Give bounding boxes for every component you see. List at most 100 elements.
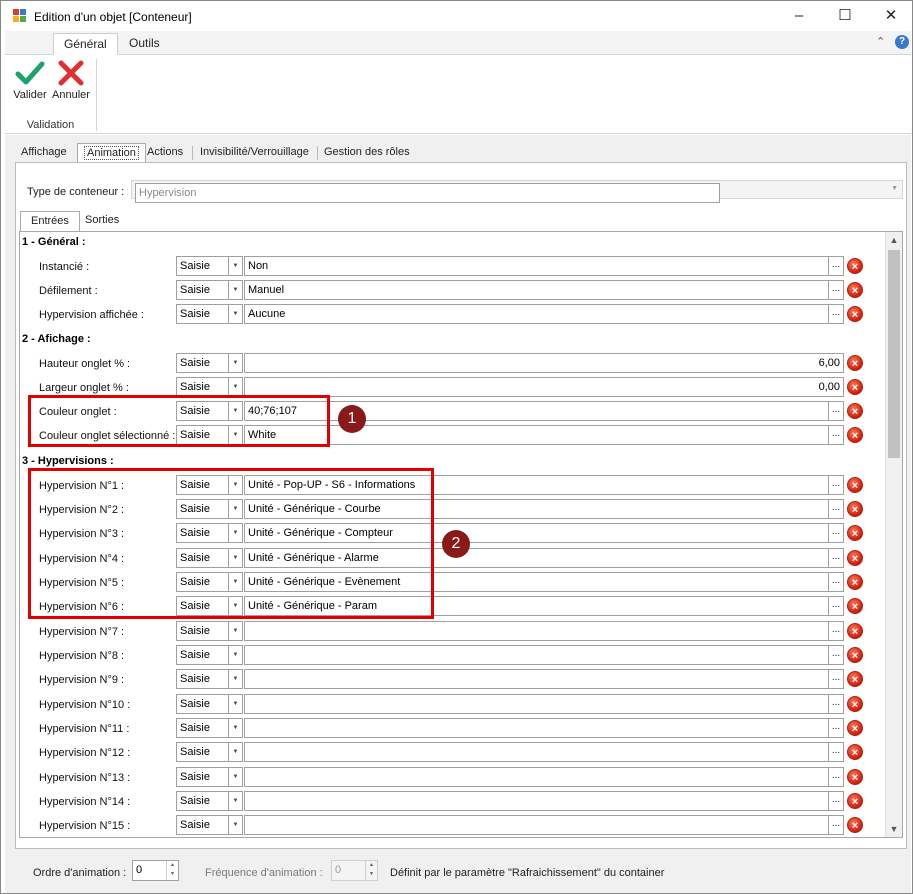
delete-icon[interactable]: × <box>847 744 863 760</box>
scroll-up-icon[interactable]: ▲ <box>886 232 902 248</box>
mode-select[interactable]: Saisie <box>176 572 229 592</box>
mode-select[interactable]: Saisie <box>176 401 229 421</box>
chevron-down-icon[interactable]: ▼ <box>229 499 243 519</box>
delete-icon[interactable]: × <box>847 282 863 298</box>
browse-button[interactable]: ... <box>829 815 844 835</box>
chevron-down-icon[interactable]: ▼ <box>229 523 243 543</box>
chevron-down-icon[interactable]: ▼ <box>229 353 243 373</box>
browse-button[interactable]: ... <box>829 401 844 421</box>
mode-select[interactable]: Saisie <box>176 425 229 445</box>
delete-icon[interactable]: × <box>847 258 863 274</box>
mode-select[interactable]: Saisie <box>176 548 229 568</box>
delete-icon[interactable]: × <box>847 647 863 663</box>
ribbon-tab-general[interactable]: Général <box>53 33 118 55</box>
mode-select[interactable]: Saisie <box>176 280 229 300</box>
tab-entrees[interactable]: Entrées <box>20 211 80 232</box>
mode-select[interactable]: Saisie <box>176 767 229 787</box>
delete-icon[interactable]: × <box>847 696 863 712</box>
browse-button[interactable]: ... <box>829 596 844 616</box>
delete-icon[interactable]: × <box>847 817 863 833</box>
chevron-down-icon[interactable]: ▼ <box>229 621 243 641</box>
minimize-button[interactable]: – <box>776 1 822 31</box>
browse-button[interactable]: ... <box>829 425 844 445</box>
mode-select[interactable]: Saisie <box>176 499 229 519</box>
browse-button[interactable]: ... <box>829 523 844 543</box>
value-field[interactable]: Unité - Générique - Compteur <box>244 523 829 543</box>
tab-affichage[interactable]: Affichage <box>15 143 73 163</box>
value-field[interactable]: 40;76;107 <box>244 401 829 421</box>
browse-button[interactable]: ... <box>829 694 844 714</box>
browse-button[interactable]: ... <box>829 475 844 495</box>
chevron-down-icon[interactable]: ▼ <box>229 596 243 616</box>
delete-icon[interactable]: × <box>847 355 863 371</box>
tab-animation[interactable]: Animation <box>77 143 146 163</box>
mode-select[interactable]: Saisie <box>176 475 229 495</box>
value-field[interactable]: 0,00 <box>244 377 844 397</box>
chevron-down-icon[interactable]: ▼ <box>229 742 243 762</box>
mode-select[interactable]: Saisie <box>176 742 229 762</box>
mode-select[interactable]: Saisie <box>176 523 229 543</box>
chevron-down-icon[interactable]: ▼ <box>229 475 243 495</box>
value-field[interactable] <box>244 645 829 665</box>
browse-button[interactable]: ... <box>829 304 844 324</box>
delete-icon[interactable]: × <box>847 793 863 809</box>
value-field[interactable] <box>244 669 829 689</box>
value-field[interactable] <box>244 742 829 762</box>
mode-select[interactable]: Saisie <box>176 815 229 835</box>
chevron-down-icon[interactable]: ▼ <box>229 815 243 835</box>
chevron-down-icon[interactable]: ▼ <box>229 425 243 445</box>
spinner-arrows-icon[interactable]: ▲ ▼ <box>166 861 178 880</box>
mode-select[interactable]: Saisie <box>176 596 229 616</box>
chevron-down-icon[interactable]: ▼ <box>229 377 243 397</box>
chevron-down-icon[interactable]: ▼ <box>229 572 243 592</box>
browse-button[interactable]: ... <box>829 280 844 300</box>
delete-icon[interactable]: × <box>847 477 863 493</box>
value-field[interactable]: Unité - Générique - Param <box>244 596 829 616</box>
browse-button[interactable]: ... <box>829 548 844 568</box>
browse-button[interactable]: ... <box>829 621 844 641</box>
scrollbar-thumb[interactable] <box>888 250 900 458</box>
chevron-down-icon[interactable]: ▼ <box>229 694 243 714</box>
collapse-ribbon-icon[interactable]: ⌃ <box>876 35 885 48</box>
value-field[interactable]: Unité - Générique - Courbe <box>244 499 829 519</box>
close-window-button[interactable]: ✕ <box>868 1 913 31</box>
value-field[interactable]: Aucune <box>244 304 829 324</box>
value-field[interactable]: Unité - Générique - Alarme <box>244 548 829 568</box>
browse-button[interactable]: ... <box>829 718 844 738</box>
browse-button[interactable]: ... <box>829 572 844 592</box>
cancel-button[interactable]: Annuler <box>51 58 91 108</box>
delete-icon[interactable]: × <box>847 623 863 639</box>
delete-icon[interactable]: × <box>847 671 863 687</box>
tab-sorties[interactable]: Sorties <box>75 211 129 232</box>
chevron-down-icon[interactable]: ▼ <box>229 401 243 421</box>
validate-button[interactable]: Valider <box>10 58 50 108</box>
maximize-button[interactable]: ☐ <box>822 1 868 31</box>
browse-button[interactable]: ... <box>829 791 844 811</box>
value-field[interactable]: Unité - Pop-UP - S6 - Informations <box>244 475 829 495</box>
tab-invisibilite[interactable]: Invisibilité/Verrouillage <box>194 143 315 163</box>
delete-icon[interactable]: × <box>847 403 863 419</box>
mode-select[interactable]: Saisie <box>176 621 229 641</box>
value-field[interactable] <box>244 815 829 835</box>
mode-select[interactable]: Saisie <box>176 256 229 276</box>
mode-select[interactable]: Saisie <box>176 645 229 665</box>
chevron-down-icon[interactable]: ▼ <box>229 645 243 665</box>
chevron-down-icon[interactable]: ▼ <box>229 718 243 738</box>
browse-button[interactable]: ... <box>829 499 844 519</box>
chevron-down-icon[interactable]: ▼ <box>229 767 243 787</box>
mode-select[interactable]: Saisie <box>176 694 229 714</box>
chevron-down-icon[interactable]: ▼ <box>229 256 243 276</box>
value-field[interactable]: White <box>244 425 829 445</box>
value-field[interactable] <box>244 718 829 738</box>
mode-select[interactable]: Saisie <box>176 718 229 738</box>
mode-select[interactable]: Saisie <box>176 353 229 373</box>
mode-select[interactable]: Saisie <box>176 304 229 324</box>
chevron-down-icon[interactable]: ▼ <box>229 548 243 568</box>
chevron-down-icon[interactable]: ▼ <box>229 304 243 324</box>
mode-select[interactable]: Saisie <box>176 377 229 397</box>
value-field[interactable]: 6,00 <box>244 353 844 373</box>
delete-icon[interactable]: × <box>847 427 863 443</box>
browse-button[interactable]: ... <box>829 669 844 689</box>
tab-actions[interactable]: Actions <box>141 143 189 163</box>
browse-button[interactable]: ... <box>829 645 844 665</box>
